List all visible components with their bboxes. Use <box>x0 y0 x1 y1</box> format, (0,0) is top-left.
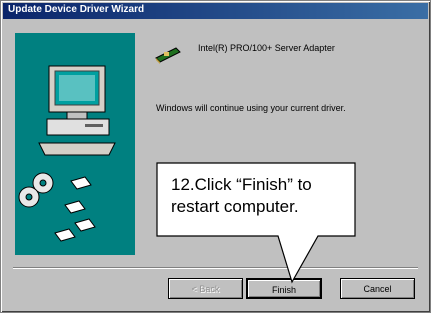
window-title: Update Device Driver Wizard <box>8 4 145 15</box>
device-name: Intel(R) PRO/100+ Server Adapter <box>198 43 335 53</box>
back-button[interactable]: < Back <box>168 278 243 299</box>
title-bar[interactable]: Update Device Driver Wizard <box>3 3 428 19</box>
wizard-window: Update Device Driver Wizard Intel(R) PRO… <box>0 0 431 313</box>
side-panel-illustration <box>18 65 116 242</box>
wizard-message: Windows will continue using your current… <box>156 103 346 113</box>
network-adapter-icon <box>155 47 181 64</box>
button-separator <box>13 267 418 269</box>
callout-line-2: restart computer. <box>171 197 299 216</box>
instruction-callout: 12.Click “Finish” to restart computer. <box>171 174 341 218</box>
computer-icon <box>38 65 116 156</box>
floppy-disk-icon <box>54 176 96 242</box>
finish-button[interactable]: Finish <box>246 278 322 299</box>
cd-disks-icon <box>18 172 54 208</box>
cancel-button[interactable]: Cancel <box>340 278 415 299</box>
wizard-side-panel <box>15 33 135 255</box>
callout-line-1: 12.Click “Finish” to <box>171 175 312 194</box>
